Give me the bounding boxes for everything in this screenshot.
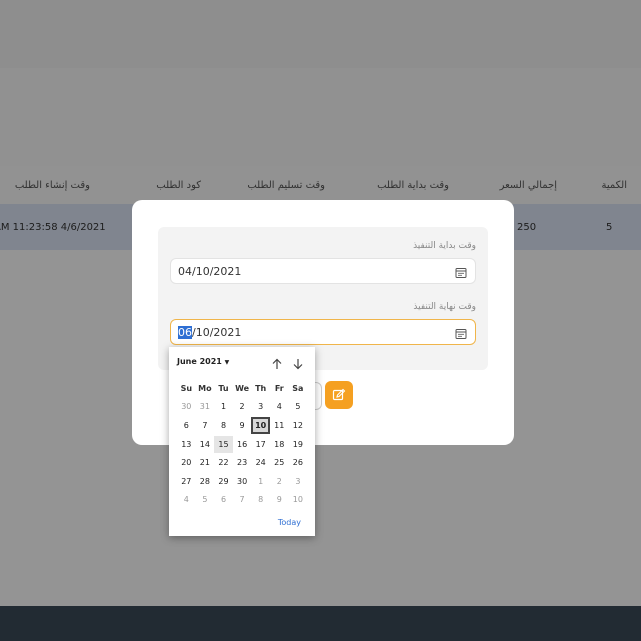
calendar-day[interactable]: 9 <box>270 491 289 508</box>
calendar-day[interactable]: 22 <box>214 454 233 471</box>
calendar-day[interactable]: 1 <box>214 398 233 415</box>
calendar-day[interactable]: 3 <box>251 398 270 415</box>
calendar-day[interactable]: 31 <box>196 398 215 415</box>
calendar-day[interactable]: 24 <box>251 454 270 471</box>
calendar-week-row: 20 21 22 23 24 25 26 <box>177 453 307 472</box>
calendar-week-row: 6 7 8 9 10 11 12 <box>177 416 307 435</box>
calendar-day[interactable]: 5 <box>289 398 308 415</box>
calendar-week-row: 13 14 15 16 17 18 19 <box>177 435 307 454</box>
weekday-label: Su <box>180 383 193 393</box>
calendar-day[interactable]: 13 <box>177 436 196 453</box>
today-button[interactable]: Today <box>278 518 301 527</box>
calendar-day[interactable]: 1 <box>251 473 270 490</box>
calendar-day[interactable]: 8 <box>214 417 233 434</box>
calendar-day[interactable]: 11 <box>270 417 289 434</box>
calendar-week-row: 30 31 1 2 3 4 5 <box>177 398 307 417</box>
weekday-label: Fr <box>274 383 284 393</box>
calendar-day[interactable]: 30 <box>177 398 196 415</box>
calendar-day[interactable]: 17 <box>251 436 270 453</box>
caret-down-icon: ▼ <box>224 359 230 366</box>
calendar-day-selected[interactable]: 10 <box>251 416 270 434</box>
calendar-day[interactable]: 6 <box>177 417 196 434</box>
calendar-week-row: 27 28 29 30 1 2 3 <box>177 472 307 491</box>
calendar-day[interactable]: 5 <box>196 491 215 508</box>
calendar-day[interactable]: 7 <box>233 491 252 508</box>
calendar-day[interactable]: 2 <box>233 398 252 415</box>
end-date-value: 06/10/2021 <box>178 326 241 339</box>
calendar-day[interactable]: 12 <box>289 417 308 434</box>
calendar-day[interactable]: 19 <box>289 436 308 453</box>
weekday-header-row: Su Mo Tu We Th Fr Sa <box>177 379 307 398</box>
end-date-rest: /10/2021 <box>192 326 242 339</box>
weekday-label: Tu <box>218 383 229 393</box>
calendar-day[interactable]: 8 <box>251 491 270 508</box>
calendar-day[interactable]: 28 <box>196 473 215 490</box>
calendar-day[interactable]: 7 <box>196 417 215 434</box>
calendar-day[interactable]: 3 <box>289 473 308 490</box>
calendar-day[interactable]: 23 <box>233 454 252 471</box>
edit-button[interactable] <box>325 381 353 409</box>
edit-icon <box>332 388 346 401</box>
calendar-day[interactable]: 29 <box>214 473 233 490</box>
calendar-day[interactable]: 27 <box>177 473 196 490</box>
end-date-label: وقت نهاية التنفيذ <box>413 302 476 312</box>
end-date-field[interactable]: 06/10/2021 <box>170 319 476 345</box>
calendar-week-row: 4 5 6 7 8 9 10 <box>177 491 307 510</box>
start-date-value: 04/10/2021 <box>178 265 242 278</box>
calendar-icon[interactable] <box>455 264 467 278</box>
calendar-day[interactable]: 15 <box>214 435 233 453</box>
calendar-day[interactable]: 21 <box>196 454 215 471</box>
calendar-day[interactable]: 26 <box>289 454 308 471</box>
weekday-label: Mo <box>198 383 212 393</box>
calendar-day[interactable]: 14 <box>196 436 215 453</box>
weekday-label: Th <box>255 383 267 393</box>
calendar-day[interactable]: 25 <box>270 454 289 471</box>
end-date-month-segment: 06 <box>178 326 192 339</box>
calendar-day[interactable]: 30 <box>233 473 252 490</box>
calendar-grid: Su Mo Tu We Th Fr Sa 30 31 1 2 3 4 5 6 7 8 9 10 11 12 13 14 15 1… <box>177 379 307 509</box>
calendar-day[interactable]: 2 <box>270 473 289 490</box>
weekday-label: Sa <box>292 383 304 393</box>
start-date-label: وقت بداية التنفيذ <box>413 241 476 251</box>
calendar-icon[interactable] <box>455 325 467 339</box>
calendar-day[interactable]: 16 <box>233 436 252 453</box>
month-year-label: June 2021 <box>177 357 222 366</box>
calendar-day[interactable]: 4 <box>177 491 196 508</box>
calendar-day[interactable]: 6 <box>214 491 233 508</box>
next-month-arrow-icon[interactable] <box>292 355 304 370</box>
calendar-day[interactable]: 10 <box>289 491 308 508</box>
weekday-label: We <box>235 383 250 393</box>
date-picker-popup: June 2021 ▼ Su Mo Tu We Th Fr Sa 30 31 1 2 3 4 5 6 7 8 9 1… <box>169 347 315 536</box>
calendar-day[interactable]: 9 <box>233 417 252 434</box>
month-year-selector[interactable]: June 2021 ▼ <box>177 357 229 366</box>
calendar-day[interactable]: 4 <box>270 398 289 415</box>
start-date-field[interactable]: 04/10/2021 <box>170 258 476 284</box>
calendar-day[interactable]: 18 <box>270 436 289 453</box>
previous-month-arrow-icon[interactable] <box>271 355 283 369</box>
calendar-day[interactable]: 20 <box>177 454 196 471</box>
